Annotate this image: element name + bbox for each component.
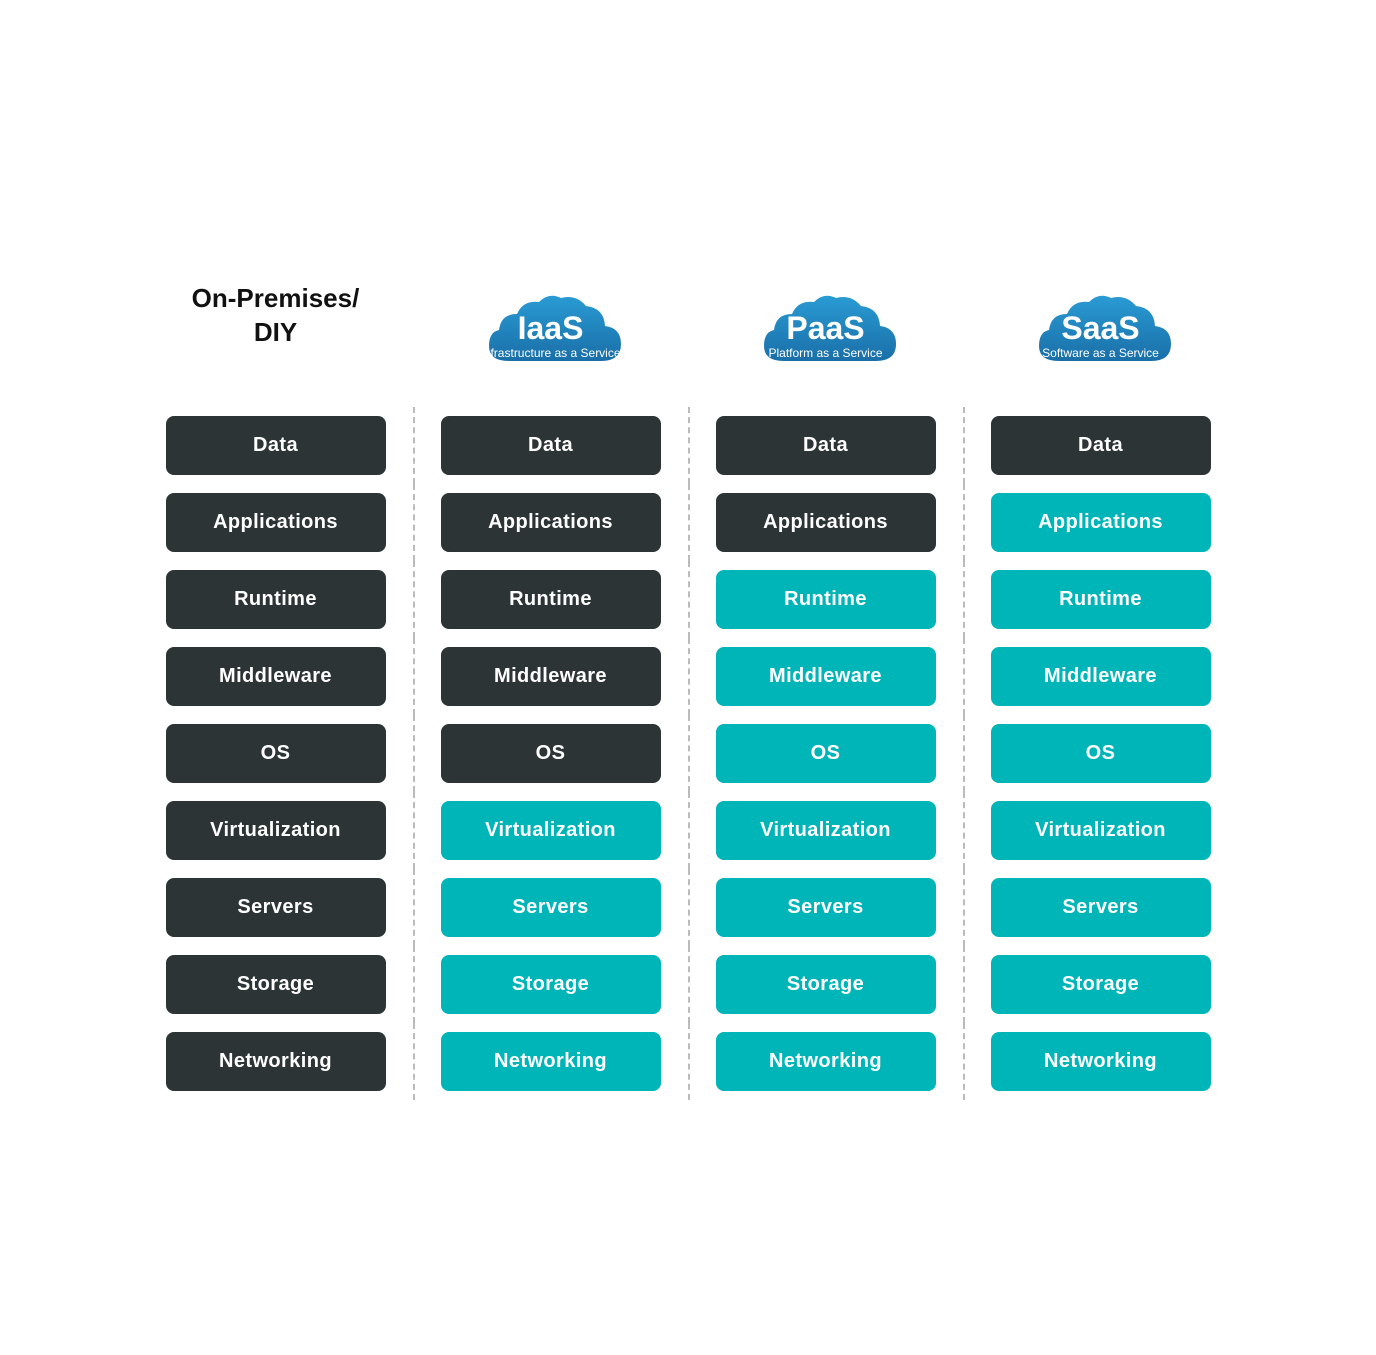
grid-row-storage: Storage Storage Storage Storage bbox=[138, 955, 1238, 1014]
grid-cell-os-col2: OS bbox=[688, 724, 963, 783]
tile-os-col3: OS bbox=[991, 724, 1211, 783]
tile-servers-col0: Servers bbox=[166, 878, 386, 937]
grid-row-os: OS OS OS OS bbox=[138, 724, 1238, 783]
tile-middleware-col2: Middleware bbox=[716, 647, 936, 706]
tile-virtualization-col3: Virtualization bbox=[991, 801, 1211, 860]
grid-cell-servers-col0: Servers bbox=[138, 878, 413, 937]
grid-row-networking: Networking Networking Networking Networking bbox=[138, 1032, 1238, 1091]
tile-data-col2: Data bbox=[716, 416, 936, 475]
tile-os-col1: OS bbox=[441, 724, 661, 783]
tile-networking-col2: Networking bbox=[716, 1032, 936, 1091]
header-row: On-Premises/ DIY IaaS Infrastructur bbox=[138, 246, 1238, 386]
tile-runtime-col0: Runtime bbox=[166, 570, 386, 629]
grid-cell-data-col1: Data bbox=[413, 416, 688, 475]
grid: DataDataDataDataApplicationsApplications… bbox=[138, 416, 1238, 1109]
tile-data-col3: Data bbox=[991, 416, 1211, 475]
grid-cell-virtualization-col0: Virtualization bbox=[138, 801, 413, 860]
tile-data-col0: Data bbox=[166, 416, 386, 475]
tile-virtualization-col1: Virtualization bbox=[441, 801, 661, 860]
grid-cell-data-col0: Data bbox=[138, 416, 413, 475]
tile-storage-col0: Storage bbox=[166, 955, 386, 1014]
grid-cell-middleware-col1: Middleware bbox=[413, 647, 688, 706]
grid-cell-virtualization-col2: Virtualization bbox=[688, 801, 963, 860]
grid-cell-networking-col3: Networking bbox=[963, 1032, 1238, 1091]
grid-cell-storage-col2: Storage bbox=[688, 955, 963, 1014]
saas-subtitle: Software as a Service bbox=[1042, 346, 1159, 360]
col-header-saas: SaaS Software as a Service bbox=[963, 246, 1238, 386]
grid-cell-middleware-col2: Middleware bbox=[688, 647, 963, 706]
iaas-subtitle: Infrastructure as a Service bbox=[480, 346, 620, 360]
grid-cell-applications-col3: Applications bbox=[963, 493, 1238, 552]
on-premises-title: On-Premises/ DIY bbox=[192, 282, 360, 350]
saas-cloud: SaaS Software as a Service bbox=[1021, 286, 1181, 386]
tile-data-col1: Data bbox=[441, 416, 661, 475]
tile-storage-col2: Storage bbox=[716, 955, 936, 1014]
grid-cell-applications-col0: Applications bbox=[138, 493, 413, 552]
grid-cell-os-col1: OS bbox=[413, 724, 688, 783]
tile-applications-col1: Applications bbox=[441, 493, 661, 552]
grid-cell-virtualization-col3: Virtualization bbox=[963, 801, 1238, 860]
tile-storage-col3: Storage bbox=[991, 955, 1211, 1014]
grid-cell-runtime-col3: Runtime bbox=[963, 570, 1238, 629]
grid-cell-runtime-col2: Runtime bbox=[688, 570, 963, 629]
grid-cell-storage-col1: Storage bbox=[413, 955, 688, 1014]
tile-servers-col3: Servers bbox=[991, 878, 1211, 937]
grid-cell-middleware-col3: Middleware bbox=[963, 647, 1238, 706]
tile-runtime-col1: Runtime bbox=[441, 570, 661, 629]
grid-cell-storage-col3: Storage bbox=[963, 955, 1238, 1014]
col-header-iaas: IaaS Infrastructure as a Service bbox=[413, 246, 688, 386]
grid-cell-virtualization-col1: Virtualization bbox=[413, 801, 688, 860]
grid-cell-applications-col2: Applications bbox=[688, 493, 963, 552]
grid-cell-networking-col2: Networking bbox=[688, 1032, 963, 1091]
grid-cell-os-col3: OS bbox=[963, 724, 1238, 783]
paas-cloud: PaaS Platform as a Service bbox=[746, 286, 906, 386]
tile-applications-col3: Applications bbox=[991, 493, 1211, 552]
iaas-title: IaaS bbox=[480, 312, 620, 344]
tile-runtime-col3: Runtime bbox=[991, 570, 1211, 629]
saas-title: SaaS bbox=[1042, 312, 1159, 344]
tile-middleware-col0: Middleware bbox=[166, 647, 386, 706]
grid-cell-servers-col1: Servers bbox=[413, 878, 688, 937]
grid-cell-servers-col2: Servers bbox=[688, 878, 963, 937]
grid-row-data: Data Data Data Data bbox=[138, 416, 1238, 475]
iaas-cloud: IaaS Infrastructure as a Service bbox=[471, 286, 631, 386]
col-header-paas: PaaS Platform as a Service bbox=[688, 246, 963, 386]
grid-cell-middleware-col0: Middleware bbox=[138, 647, 413, 706]
tile-servers-col2: Servers bbox=[716, 878, 936, 937]
grid-cell-runtime-col1: Runtime bbox=[413, 570, 688, 629]
grid-cell-networking-col0: Networking bbox=[138, 1032, 413, 1091]
tile-middleware-col1: Middleware bbox=[441, 647, 661, 706]
grid-cell-data-col3: Data bbox=[963, 416, 1238, 475]
diagram: On-Premises/ DIY IaaS Infrastructur bbox=[138, 206, 1238, 1149]
tile-applications-col0: Applications bbox=[166, 493, 386, 552]
tile-networking-col1: Networking bbox=[441, 1032, 661, 1091]
grid-cell-storage-col0: Storage bbox=[138, 955, 413, 1014]
grid-row-applications: Applications Applications Applications Appl… bbox=[138, 493, 1238, 552]
tile-storage-col1: Storage bbox=[441, 955, 661, 1014]
grid-cell-servers-col3: Servers bbox=[963, 878, 1238, 937]
tile-os-col2: OS bbox=[716, 724, 936, 783]
col-header-on-premises: On-Premises/ DIY bbox=[138, 246, 413, 386]
paas-title: PaaS bbox=[768, 312, 882, 344]
tile-os-col0: OS bbox=[166, 724, 386, 783]
grid-cell-data-col2: Data bbox=[688, 416, 963, 475]
tile-networking-col0: Networking bbox=[166, 1032, 386, 1091]
tile-middleware-col3: Middleware bbox=[991, 647, 1211, 706]
tile-runtime-col2: Runtime bbox=[716, 570, 936, 629]
grid-cell-networking-col1: Networking bbox=[413, 1032, 688, 1091]
grid-row-middleware: Middleware Middleware Middleware Middleware bbox=[138, 647, 1238, 706]
grid-row-servers: Servers Servers Servers Servers bbox=[138, 878, 1238, 937]
tile-servers-col1: Servers bbox=[441, 878, 661, 937]
tile-networking-col3: Networking bbox=[991, 1032, 1211, 1091]
tile-applications-col2: Applications bbox=[716, 493, 936, 552]
grid-cell-runtime-col0: Runtime bbox=[138, 570, 413, 629]
grid-cell-os-col0: OS bbox=[138, 724, 413, 783]
paas-subtitle: Platform as a Service bbox=[768, 346, 882, 360]
grid-row-runtime: Runtime Runtime Runtime Runtime bbox=[138, 570, 1238, 629]
grid-cell-applications-col1: Applications bbox=[413, 493, 688, 552]
grid-row-virtualization: Virtualization Virtualization Virtualizati… bbox=[138, 801, 1238, 860]
tile-virtualization-col2: Virtualization bbox=[716, 801, 936, 860]
tile-virtualization-col0: Virtualization bbox=[166, 801, 386, 860]
